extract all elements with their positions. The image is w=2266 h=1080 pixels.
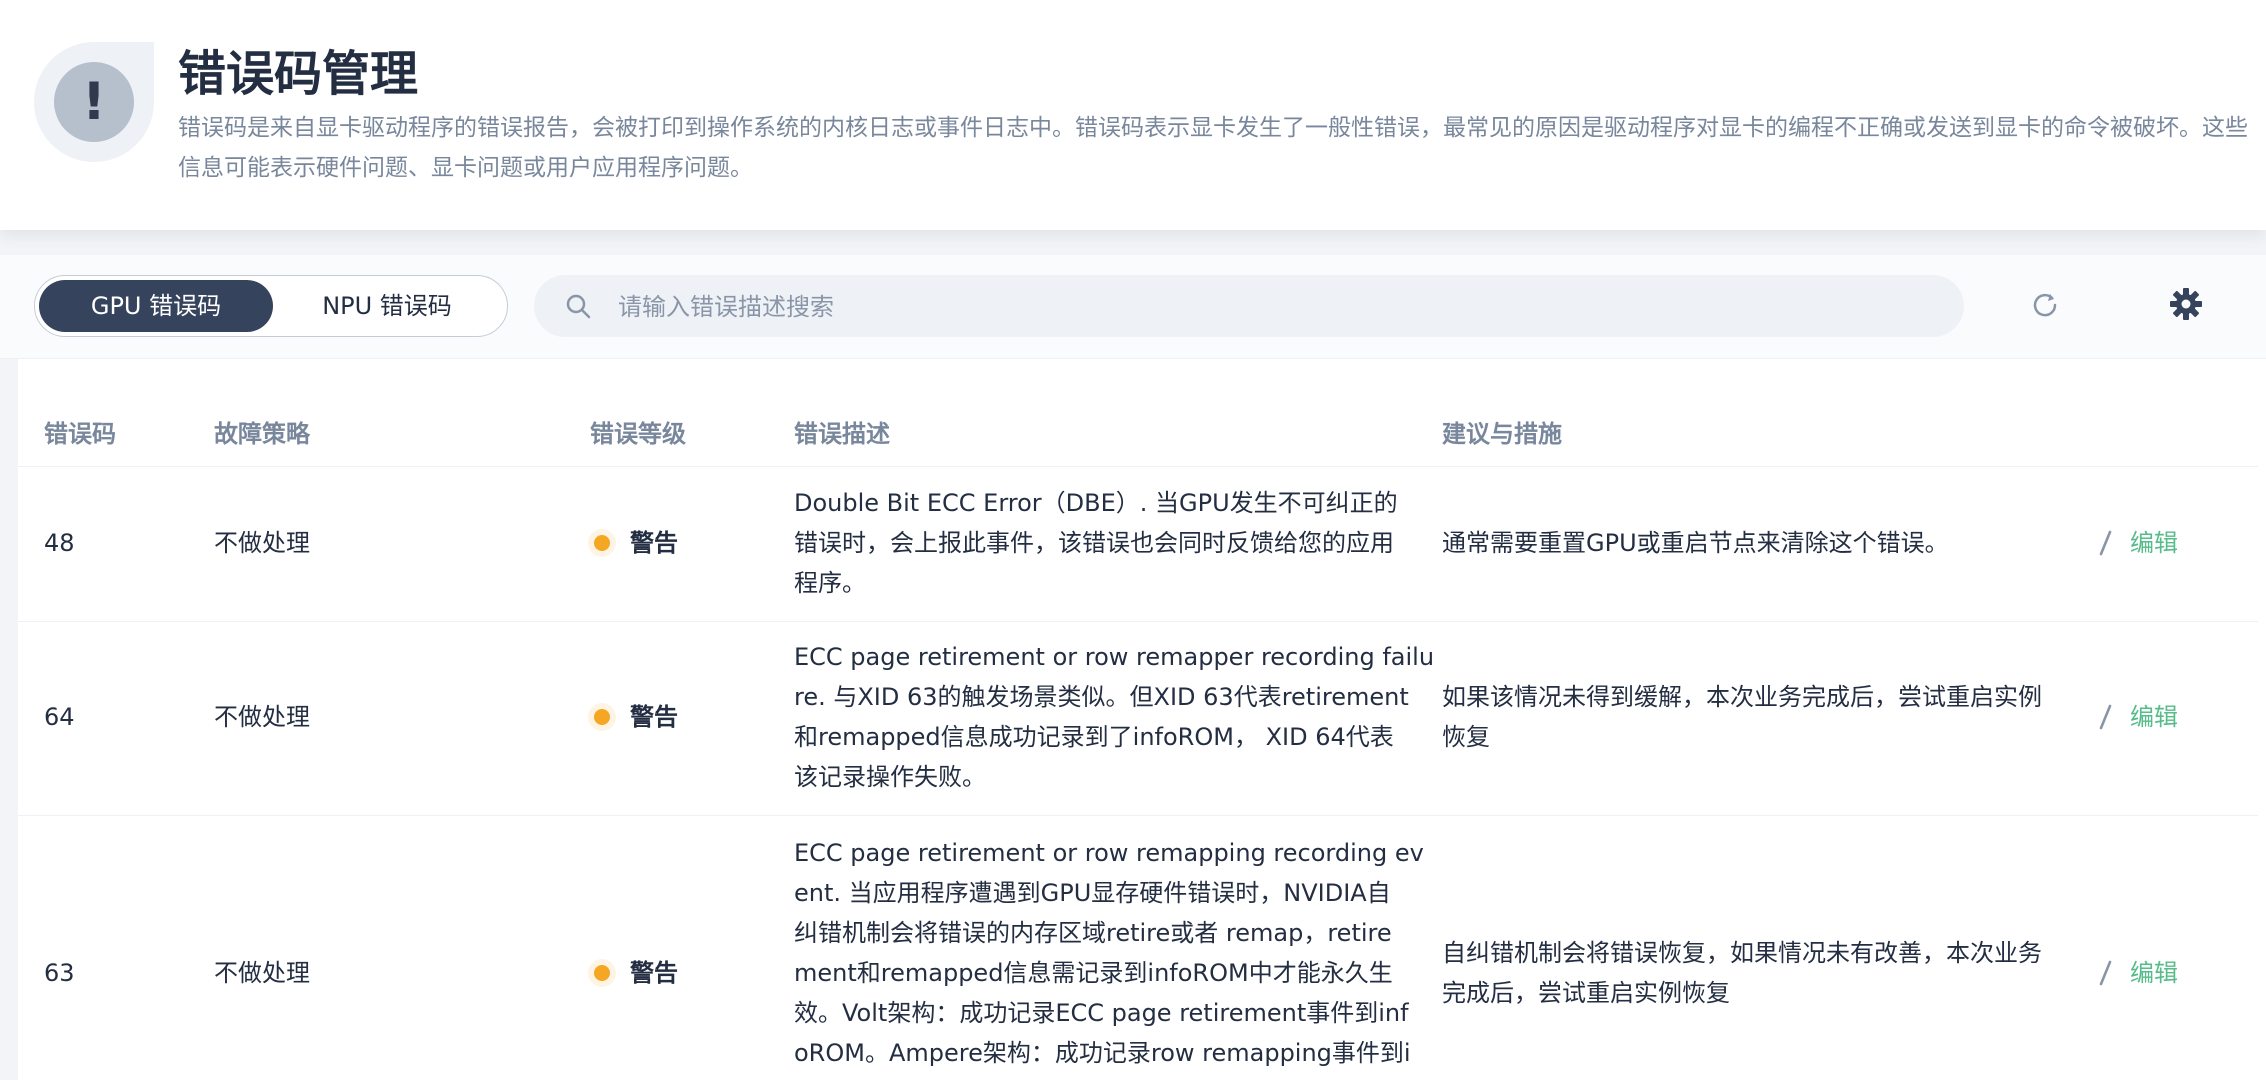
cell-suggestion: 如果该情况未得到缓解，本次业务完成后，尝试重启实例 恢复 <box>1442 683 2042 751</box>
column-header-code: 错误码 <box>44 420 116 448</box>
gear-icon[interactable] <box>2168 286 2204 322</box>
pencil-icon[interactable] <box>2096 528 2116 558</box>
cell-level: 警告 <box>630 529 678 557</box>
error-code-table: 错误码 故障策略 错误等级 错误描述 建议与措施 48 不做处理 警告 Doub… <box>18 359 2266 1080</box>
toolbar: GPU 错误码 NPU 错误码 <box>0 255 2266 359</box>
cell-suggestion: 自纠错机制会将错误恢复，如果情况未有改善，本次业务 完成后，尝试重启实例恢复 <box>1442 939 2042 1007</box>
row-divider <box>18 815 2258 816</box>
edit-link[interactable]: 编辑 <box>2130 523 2178 563</box>
cell-policy: 不做处理 <box>214 529 310 557</box>
column-header-suggestion: 建议与措施 <box>1442 420 1562 448</box>
cell-level: 警告 <box>630 959 678 987</box>
row-divider <box>18 621 2258 622</box>
row-divider <box>18 466 2258 467</box>
page-description: 错误码是来自显卡驱动程序的错误报告，会被打印到操作系统的内核日志或事件日志中。错… <box>178 115 2248 181</box>
edit-link[interactable]: 编辑 <box>2130 697 2178 737</box>
refresh-icon[interactable] <box>2030 290 2060 320</box>
cell-description: ECC page retirement or row remapper reco… <box>794 643 1435 791</box>
page-header: ! 错误码管理 错误码是来自显卡驱动程序的错误报告，会被打印到操作系统的内核日志… <box>0 0 2266 230</box>
cell-code: 63 <box>44 959 75 987</box>
cell-suggestion: 通常需要重置GPU或重启节点来清除这个错误。 <box>1442 529 1949 557</box>
cell-description: ECC page retirement or row remapping rec… <box>794 839 1424 1067</box>
edit-link[interactable]: 编辑 <box>2130 953 2178 993</box>
warning-dot <box>594 709 610 725</box>
tab-gpu-error-codes[interactable]: GPU 错误码 <box>39 280 273 332</box>
search-input[interactable] <box>616 275 1940 339</box>
cell-level: 警告 <box>630 703 678 731</box>
pencil-icon[interactable] <box>2096 702 2116 732</box>
cell-policy: 不做处理 <box>214 959 310 987</box>
column-header-level: 错误等级 <box>590 420 686 448</box>
column-header-policy: 故障策略 <box>214 420 310 448</box>
warning-dot <box>594 965 610 981</box>
cell-description: Double Bit ECC Error（DBE）. 当GPU发生不可纠正的 错… <box>794 489 1398 597</box>
cell-code: 64 <box>44 703 75 731</box>
pencil-icon[interactable] <box>2096 958 2116 988</box>
search-box <box>534 275 1964 339</box>
search-icon <box>566 294 591 319</box>
column-header-description: 错误描述 <box>794 420 890 448</box>
exclamation-icon: ! <box>34 42 154 162</box>
error-type-switch: GPU 错误码 NPU 错误码 <box>34 275 508 337</box>
cell-code: 48 <box>44 529 75 557</box>
cell-policy: 不做处理 <box>214 703 310 731</box>
tab-npu-error-codes[interactable]: NPU 错误码 <box>273 280 501 332</box>
warning-dot <box>594 535 610 551</box>
page-title: 错误码管理 <box>178 46 419 102</box>
